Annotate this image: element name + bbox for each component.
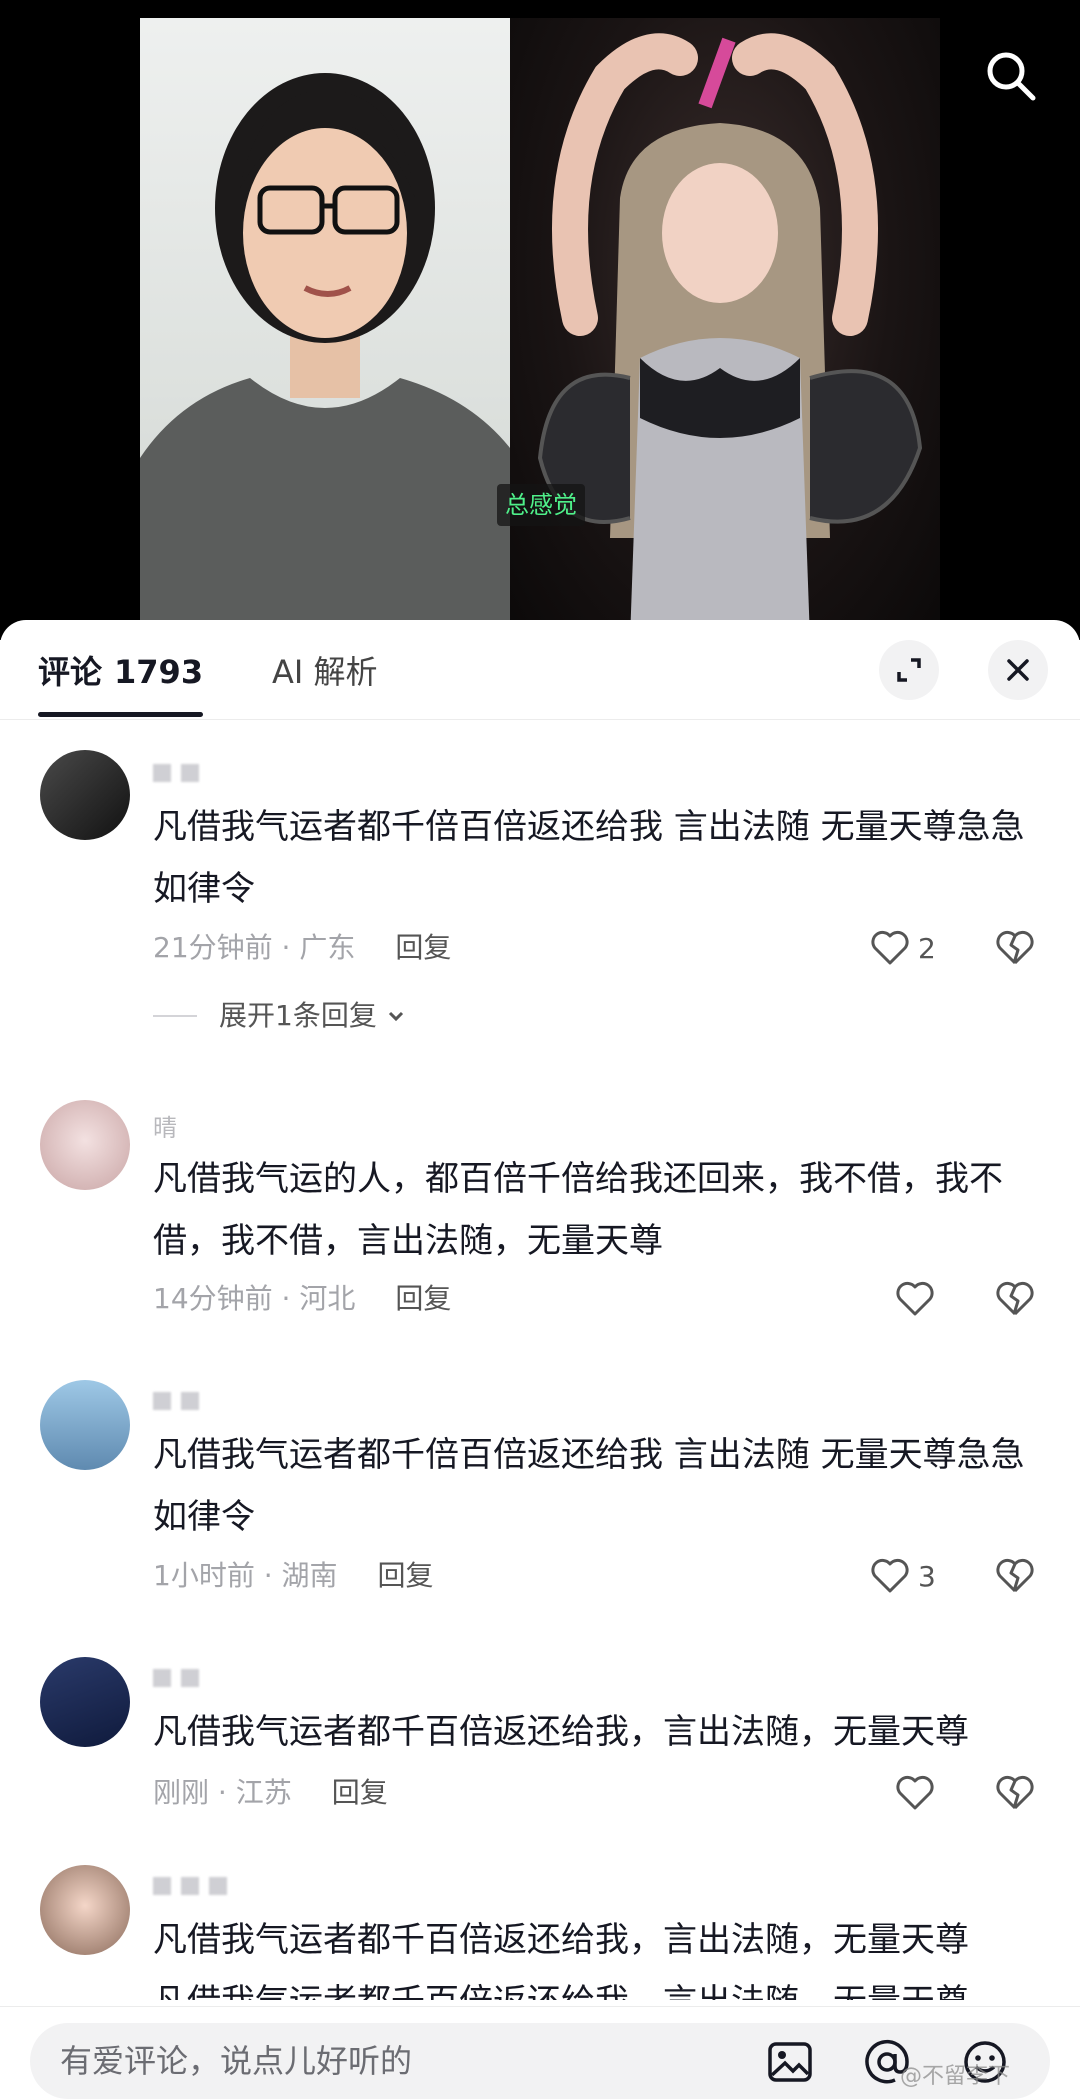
comment-time-location: 21分钟前 · 广东 (153, 931, 356, 964)
like-button[interactable]: 2 (870, 926, 936, 970)
comment-time-location: 14分钟前 · 河北 (153, 1282, 356, 1315)
broken-heart-icon (996, 1558, 1034, 1593)
dislike-button[interactable] (995, 1277, 1035, 1321)
tab-comments-label: 评论 (38, 653, 103, 691)
dislike-button[interactable] (995, 926, 1035, 970)
comment-list[interactable]: 凡借我气运者都千倍百倍返还给我 言出法随 无量天尊急急如律令 21分钟前 · 广… (0, 720, 1080, 2000)
image-button[interactable] (765, 2037, 815, 2087)
comment-time-location: 1小时前 · 湖南 (153, 1559, 338, 1592)
broken-heart-icon (996, 1775, 1034, 1810)
comment-text: 凡借我气运者都千百倍返还给我，言出法随，无量天尊 (153, 1712, 969, 1752)
video-subtitle: 总感觉 (497, 484, 585, 526)
close-icon (1007, 659, 1029, 681)
comment-panel: 评论 1793 AI 解析 凡借我气运者都千倍百倍返还给我 言出法随 无量天尊急急… (0, 620, 1080, 2100)
username[interactable]: 晴 (153, 1108, 181, 1142)
divider-line (153, 1015, 197, 1017)
username-blurred[interactable] (153, 1871, 237, 1901)
watermark: @不留李下 (900, 2064, 1011, 2089)
expand-replies-label: 展开1条回复 (219, 999, 377, 1032)
comment-input[interactable]: 有爱评论，说点儿好听的 (30, 2023, 1050, 2099)
avatar[interactable] (40, 1865, 130, 1955)
like-count: 3 (918, 1559, 936, 1593)
comment-meta: 14分钟前 · 河北 回复 (153, 1277, 451, 1321)
close-button[interactable] (988, 640, 1048, 700)
search-button[interactable] (975, 40, 1047, 112)
dislike-button[interactable] (995, 1554, 1035, 1598)
woman-with-glasses-image (140, 73, 510, 640)
heart-icon (871, 930, 909, 965)
comment-meta: 1小时前 · 湖南 回复 (153, 1554, 434, 1598)
comment-text: 凡借我气运者都千倍百倍返还给我 言出法随 无量天尊急急如律令 (153, 1435, 1025, 1537)
image-icon (768, 2042, 812, 2082)
video-player[interactable]: 总感觉 (0, 0, 1080, 640)
heart-icon (871, 1558, 909, 1593)
reply-button[interactable]: 回复 (395, 1282, 451, 1315)
avatar[interactable] (40, 750, 130, 840)
heart-icon (896, 1281, 934, 1316)
comment-meta: 21分钟前 · 广东 回复 (153, 926, 451, 970)
tab-ai-analysis[interactable]: AI 解析 (272, 650, 378, 694)
tab-bar: 评论 1793 AI 解析 (0, 620, 1080, 720)
like-button[interactable] (895, 1277, 943, 1321)
reply-button[interactable]: 回复 (332, 1776, 388, 1809)
comment-input-placeholder[interactable]: 有爱评论，说点儿好听的 (60, 2041, 412, 2081)
chevron-down-icon (388, 1011, 403, 1022)
comment-text-line2: 凡借我气运者都千百倍返还给我，言出法随，无量天尊 (153, 1971, 1053, 2000)
comment-count: 1793 (114, 653, 204, 691)
reply-button[interactable]: 回复 (395, 931, 451, 964)
expand-replies-button[interactable]: 展开1条回复 (153, 994, 409, 1038)
performer-on-stage-image (537, 33, 923, 640)
heart-icon (896, 1775, 934, 1810)
reply-button[interactable]: 回复 (378, 1559, 434, 1592)
avatar[interactable] (40, 1100, 130, 1190)
video-frame-right (510, 18, 940, 640)
broken-heart-icon (996, 1281, 1034, 1316)
username-blurred[interactable] (153, 1386, 209, 1416)
expand-panel-button[interactable] (879, 640, 939, 700)
dislike-button[interactable] (995, 1771, 1035, 1815)
expand-icon (897, 658, 921, 682)
comment-time-location: 刚刚 · 江苏 (153, 1776, 292, 1809)
comment-text: 凡借我气运者都千百倍返还给我，言出法随，无量天尊 (153, 1920, 969, 1960)
username-blurred[interactable] (153, 1663, 209, 1693)
avatar[interactable] (40, 1380, 130, 1470)
video-frame-left (140, 18, 510, 640)
like-button[interactable] (895, 1771, 943, 1815)
search-icon (987, 52, 1036, 101)
tab-comments[interactable]: 评论 1793 (38, 650, 204, 717)
comment-text: 凡借我气运的人，都百倍千倍给我还回来，我不借，我不借，我不借，言出法随，无量天尊 (153, 1159, 1003, 1261)
comment-meta: 刚刚 · 江苏 回复 (153, 1771, 388, 1815)
like-count: 2 (918, 931, 936, 965)
comment-text: 凡借我气运者都千倍百倍返还给我 言出法随 无量天尊急急如律令 (153, 807, 1025, 909)
broken-heart-icon (996, 930, 1034, 965)
like-button[interactable]: 3 (870, 1554, 936, 1598)
username-blurred[interactable] (153, 758, 209, 788)
avatar[interactable] (40, 1657, 130, 1747)
